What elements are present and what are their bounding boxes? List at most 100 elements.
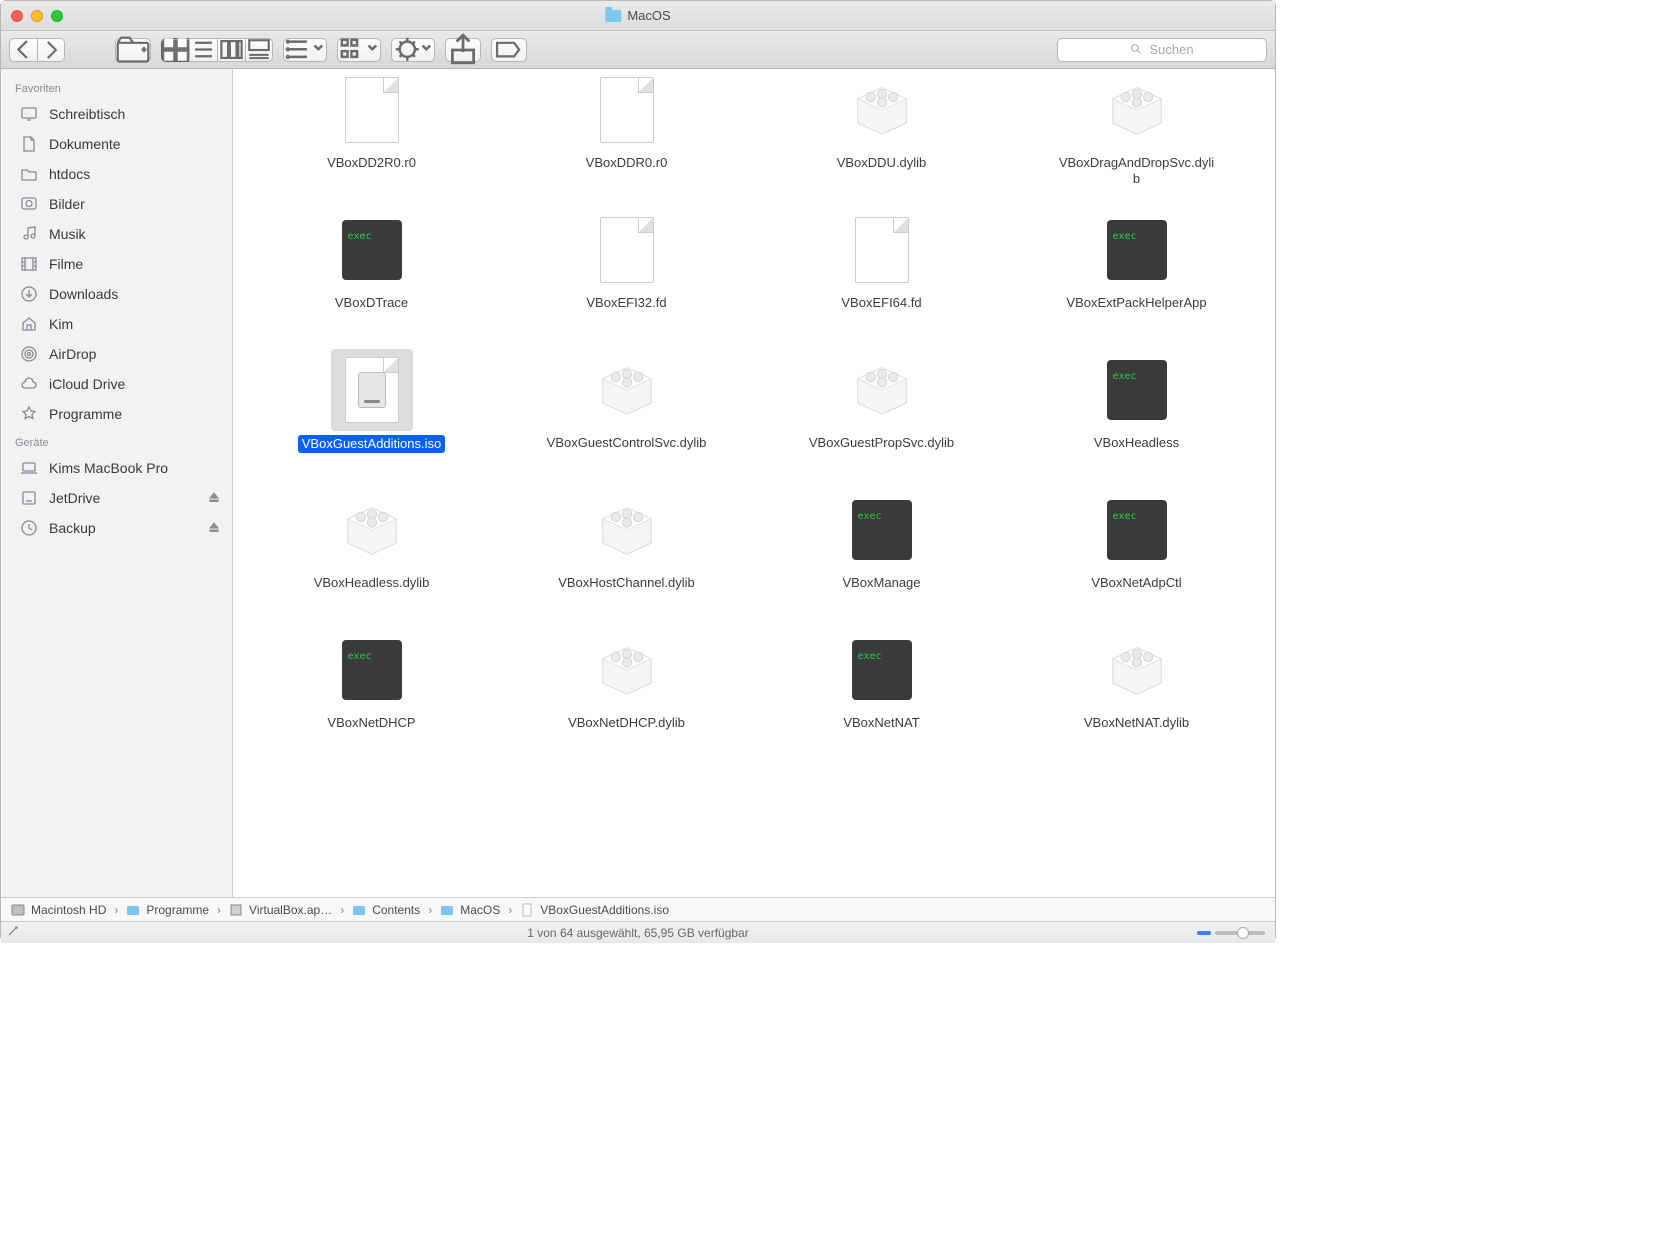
breadcrumb-label: VirtualBox.ap… [249, 903, 332, 917]
list-view-button[interactable] [189, 38, 217, 62]
file-item[interactable]: VBoxNetNAT.dylib [1014, 629, 1259, 759]
timemachine-icon [19, 519, 39, 537]
breadcrumb-label: Macintosh HD [31, 903, 106, 917]
sidebar-item-label: Musik [49, 226, 86, 242]
close-window-button[interactable] [11, 10, 23, 22]
tags-button[interactable] [491, 38, 527, 62]
file-label: VBoxGuestPropSvc.dylib [809, 435, 954, 451]
sidebar-item[interactable]: Musik [1, 219, 232, 249]
file-label: VBoxDDU.dylib [837, 155, 927, 171]
back-button[interactable] [9, 38, 37, 62]
sidebar-item[interactable]: Downloads [1, 279, 232, 309]
file-item[interactable]: VBoxNetDHCP.dylib [504, 629, 749, 759]
group-menu-button[interactable] [337, 38, 381, 62]
sidebar: FavoritenSchreibtischDokumentehtdocsBild… [1, 69, 233, 897]
file-label: VBoxEFI32.fd [586, 295, 666, 311]
movies-icon [19, 255, 39, 273]
file-item[interactable]: VBoxHeadless.dylib [249, 489, 494, 619]
music-icon [19, 225, 39, 243]
file-icon [841, 349, 923, 431]
minimize-window-button[interactable] [31, 10, 43, 22]
file-icon [586, 349, 668, 431]
eject-icon[interactable] [208, 520, 220, 536]
breadcrumb-label: MacOS [460, 903, 500, 917]
breadcrumb-item[interactable]: VBoxGuestAdditions.iso [520, 903, 669, 917]
icon-size-slider[interactable] [1197, 931, 1265, 935]
file-item[interactable]: VBoxDDU.dylib [759, 69, 1004, 199]
arrange-menu-button[interactable] [283, 38, 327, 62]
sidebar-item[interactable]: iCloud Drive [1, 369, 232, 399]
home-icon [19, 315, 39, 333]
share-button[interactable] [445, 38, 481, 62]
sidebar-item[interactable]: AirDrop [1, 339, 232, 369]
search-field[interactable]: Suchen [1057, 38, 1267, 62]
file-label: VBoxGuestControlSvc.dylib [547, 435, 707, 451]
breadcrumb-item[interactable]: Programme [126, 903, 209, 917]
eject-icon[interactable] [208, 490, 220, 506]
sidebar-item[interactable]: Schreibtisch [1, 99, 232, 129]
file-icon [586, 69, 668, 151]
sidebar-item-label: Downloads [49, 286, 118, 302]
file-item[interactable]: VBoxDTrace [249, 209, 494, 339]
file-item[interactable]: VBoxNetAdpCtl [1014, 489, 1259, 619]
icon-view-button[interactable] [161, 38, 189, 62]
coverflow-view-button[interactable] [245, 38, 273, 62]
file-item[interactable]: VBoxDDR0.r0 [504, 69, 749, 199]
desktop-icon [19, 105, 39, 123]
file-item[interactable]: VBoxExtPackHelperApp [1014, 209, 1259, 339]
sidebar-item-label: Schreibtisch [49, 106, 125, 122]
file-icon [586, 489, 668, 571]
file-label: VBoxEFI64.fd [841, 295, 921, 311]
file-item[interactable]: VBoxDD2R0.r0 [249, 69, 494, 199]
file-item[interactable]: VBoxNetNAT [759, 629, 1004, 759]
column-view-button[interactable] [217, 38, 245, 62]
sidebar-item[interactable]: Bilder [1, 189, 232, 219]
sidebar-item[interactable]: JetDrive [1, 483, 232, 513]
file-item[interactable]: VBoxHostChannel.dylib [504, 489, 749, 619]
cloud-icon [19, 375, 39, 393]
sidebar-item[interactable]: Programme [1, 399, 232, 429]
forward-button[interactable] [37, 38, 65, 62]
folder-icon [19, 165, 39, 183]
breadcrumb-item[interactable]: Contents [352, 903, 420, 917]
file-label: VBoxNetAdpCtl [1091, 575, 1181, 591]
file-item[interactable]: VBoxEFI64.fd [759, 209, 1004, 339]
file-item[interactable]: VBoxGuestAdditions.iso [249, 349, 494, 479]
breadcrumb-item[interactable]: VirtualBox.ap… [229, 903, 332, 917]
file-label: VBoxNetDHCP [327, 715, 415, 731]
breadcrumb-label: Programme [146, 903, 209, 917]
downloads-icon [19, 285, 39, 303]
file-icon [1096, 209, 1178, 291]
file-label: VBoxNetNAT [843, 715, 919, 731]
breadcrumb-item[interactable]: Macintosh HD [11, 903, 106, 917]
file-item[interactable]: VBoxGuestControlSvc.dylib [504, 349, 749, 479]
breadcrumb-separator-icon: › [508, 903, 512, 917]
file-view[interactable]: VBoxDD2R0.r0VBoxDDR0.r0 VBoxDDU.dylib VBox… [233, 69, 1275, 897]
zoom-window-button[interactable] [51, 10, 63, 22]
view-mode-buttons [161, 38, 273, 62]
breadcrumb-item[interactable]: MacOS [440, 903, 500, 917]
sidebar-item[interactable]: htdocs [1, 159, 232, 189]
sidebar-item-label: Kim [49, 316, 73, 332]
file-item[interactable]: VBoxDragAndDropSvc.dylib [1014, 69, 1259, 199]
sidebar-item[interactable]: Filme [1, 249, 232, 279]
sidebar-item[interactable]: Kim [1, 309, 232, 339]
file-item[interactable]: VBoxGuestPropSvc.dylib [759, 349, 1004, 479]
action-menu-button[interactable] [391, 38, 435, 62]
breadcrumb-separator-icon: › [217, 903, 221, 917]
file-item[interactable]: VBoxManage [759, 489, 1004, 619]
file-label: VBoxDragAndDropSvc.dylib [1057, 155, 1217, 188]
file-item[interactable]: VBoxNetDHCP [249, 629, 494, 759]
drive-icon [19, 489, 39, 507]
customize-toolbar-icon[interactable] [7, 925, 19, 940]
sidebar-item[interactable]: Backup [1, 513, 232, 543]
file-item[interactable]: VBoxEFI32.fd [504, 209, 749, 339]
sidebar-item[interactable]: Dokumente [1, 129, 232, 159]
file-icon [331, 349, 413, 431]
file-item[interactable]: VBoxHeadless [1014, 349, 1259, 479]
file-icon [841, 489, 923, 571]
file-label: VBoxHeadless.dylib [314, 575, 430, 591]
photos-icon [19, 195, 39, 213]
new-folder-button[interactable] [115, 38, 151, 62]
sidebar-item[interactable]: Kims MacBook Pro [1, 453, 232, 483]
